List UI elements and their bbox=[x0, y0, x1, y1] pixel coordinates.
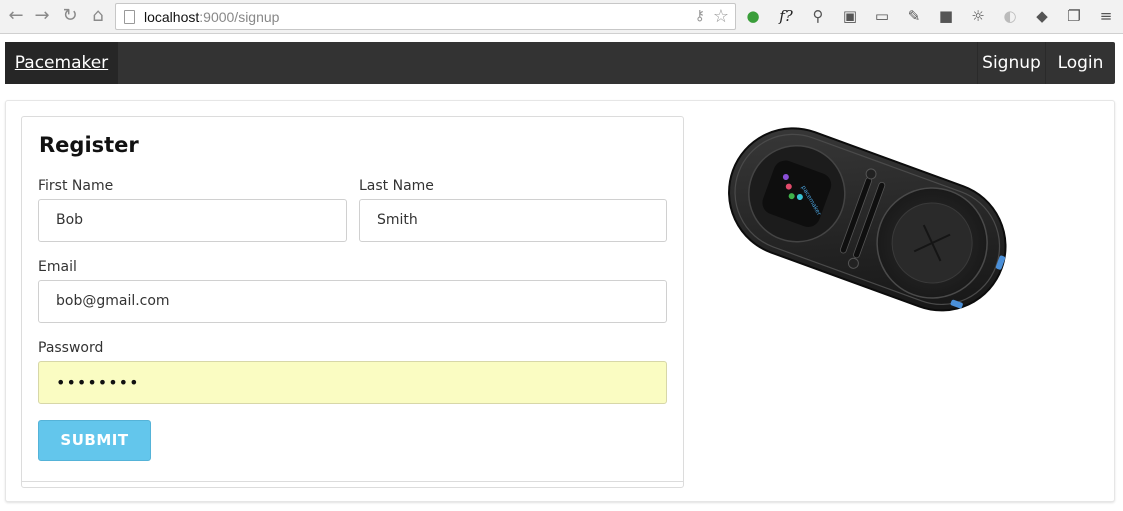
bookmark-star-icon[interactable]: ☆ bbox=[713, 6, 729, 27]
island-extension-icon[interactable]: ☼ bbox=[968, 6, 988, 26]
opera-extension-icon[interactable]: ◐ bbox=[1000, 6, 1020, 26]
evernote-extension-icon[interactable]: ● bbox=[743, 6, 763, 26]
address-url: localhost:9000/signup bbox=[144, 9, 280, 25]
nav-login-link[interactable]: Login bbox=[1045, 42, 1115, 84]
pacemaker-device-image: pacemaker bbox=[728, 127, 1007, 312]
copy-extension-icon[interactable]: ❐ bbox=[1064, 6, 1084, 26]
submit-button[interactable]: SUBMIT bbox=[38, 420, 151, 461]
new-extension-icon[interactable]: ▣ bbox=[840, 6, 860, 26]
password-label: Password bbox=[38, 340, 104, 356]
register-card: Register First Name Bob Last Name Smith … bbox=[21, 116, 684, 488]
brand-link[interactable]: Pacemaker bbox=[5, 42, 118, 84]
address-bar[interactable]: localhost:9000/signup ⚷ ☆ bbox=[115, 3, 736, 30]
browser-toolbar: ← → ↻ ⌂ localhost:9000/signup ⚷ ☆ ● f? ⚲… bbox=[0, 0, 1123, 34]
magnifier-extension-icon[interactable]: ⚲ bbox=[808, 6, 828, 26]
navbar: Pacemaker Signup Login bbox=[5, 42, 1115, 84]
card-divider bbox=[22, 481, 683, 487]
last-name-label: Last Name bbox=[359, 178, 434, 194]
email-field[interactable]: bob@gmail.com bbox=[38, 280, 667, 323]
key-icon[interactable]: ⚷ bbox=[695, 8, 705, 24]
page-title: Register bbox=[39, 133, 139, 157]
main-panel: Register First Name Bob Last Name Smith … bbox=[5, 100, 1115, 502]
screen-extension-icon[interactable]: ▭ bbox=[872, 6, 892, 26]
reload-icon[interactable]: ↻ bbox=[60, 6, 80, 26]
nav-signup-link[interactable]: Signup bbox=[977, 42, 1045, 84]
password-field[interactable]: •••••••• bbox=[38, 361, 667, 404]
menu-icon[interactable]: ≡ bbox=[1096, 6, 1116, 26]
eyedropper-extension-icon[interactable]: ✎ bbox=[904, 6, 924, 26]
last-name-field[interactable]: Smith bbox=[359, 199, 667, 242]
first-name-label: First Name bbox=[38, 178, 114, 194]
jetbrains-extension-icon[interactable]: ■ bbox=[936, 6, 956, 26]
dropbox-extension-icon[interactable]: ◆ bbox=[1032, 6, 1052, 26]
page-icon bbox=[124, 10, 135, 24]
back-arrow-icon[interactable]: ← bbox=[6, 6, 26, 26]
font-extension-icon[interactable]: f? bbox=[776, 6, 796, 26]
first-name-field[interactable]: Bob bbox=[38, 199, 347, 242]
email-label: Email bbox=[38, 259, 77, 275]
home-icon[interactable]: ⌂ bbox=[88, 6, 108, 26]
forward-arrow-icon[interactable]: → bbox=[32, 6, 52, 26]
